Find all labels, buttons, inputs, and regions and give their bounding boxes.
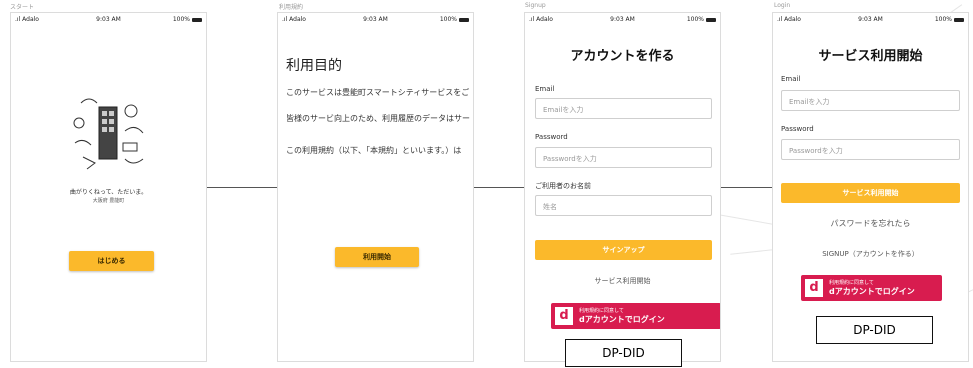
screen-label-start: スタート — [10, 4, 35, 11]
battery-indicator: 100% — [935, 16, 964, 23]
screen-login: .ıl Adalo 9:03 AM 100% サービス利用開始 Email Em… — [772, 12, 969, 362]
flow-connector — [474, 187, 524, 188]
d-account-login-button[interactable]: d 利用規約に同意して dアカウントでログイン — [801, 275, 942, 301]
page-title: 利用目的 — [286, 58, 342, 74]
d-button-subtext: 利用規約に同意して — [579, 308, 624, 314]
password-label: Password — [781, 125, 814, 133]
illustration-subcaption: 大阪府 豊能町 — [92, 198, 125, 204]
status-bar: .ıl Adalo 9:03 AM 100% — [525, 13, 720, 25]
terms-paragraph: この利用規約（以下、「本規約」といいます。）は — [286, 146, 462, 155]
d-logo-icon: d — [555, 307, 573, 325]
town-illustration — [73, 98, 144, 170]
email-label: Email — [535, 85, 555, 93]
d-button-label: dアカウントでログイン — [829, 287, 915, 296]
screen-label-login: Login — [774, 2, 791, 9]
terms-paragraph: このサービスは豊能町スマートシティサービスをご — [286, 88, 470, 97]
battery-icon — [459, 17, 469, 22]
battery-icon — [192, 17, 202, 22]
flow-connector — [721, 187, 773, 188]
status-bar: .ıl Adalo 9:03 AM 100% — [773, 13, 968, 25]
page-title: サービス利用開始 — [818, 49, 923, 64]
start-button[interactable]: はじめる — [69, 251, 154, 271]
illustration-caption: 曲がりくねって、ただいま。 — [69, 189, 148, 196]
screen-terms: .ıl Adalo 9:03 AM 100% 利用目的 このサービスは豊能町スマ… — [277, 12, 474, 362]
battery-indicator: 100% — [173, 16, 202, 23]
screen-label-signup: Signup — [525, 2, 546, 9]
name-label: ご利用者のお名前 — [535, 182, 591, 190]
password-field[interactable]: Passwordを入力 — [535, 147, 712, 168]
d-account-login-button[interactable]: d 利用規約に同意して dアカウントでログイン — [551, 303, 720, 329]
flow-connector — [206, 187, 278, 188]
forgot-password-link[interactable]: パスワードを忘れたら — [773, 218, 968, 229]
status-bar: .ıl Adalo 9:03 AM 100% — [278, 13, 473, 25]
name-field[interactable]: 姓名 — [535, 195, 712, 216]
email-field[interactable]: Emailを入力 — [781, 90, 960, 111]
service-start-button[interactable]: サービス利用開始 — [781, 183, 960, 203]
d-button-label: dアカウントでログイン — [579, 315, 665, 324]
dp-did-box: DP-DID — [816, 316, 933, 344]
email-field[interactable]: Emailを入力 — [535, 98, 712, 119]
screen-signup: .ıl Adalo 9:03 AM 100% アカウントを作る Email Em… — [524, 12, 721, 362]
email-label: Email — [781, 75, 801, 83]
terms-paragraph: 皆様のサービ向上のため、利用履歴のデータはサー — [286, 114, 470, 123]
battery-indicator: 100% — [687, 16, 716, 23]
signup-link[interactable]: SIGNUP（アカウントを作る） — [773, 249, 968, 259]
battery-indicator: 100% — [440, 16, 469, 23]
battery-icon — [706, 17, 716, 22]
dp-did-box: DP-DID — [565, 339, 682, 367]
d-button-subtext: 利用規約に同意して — [829, 280, 874, 286]
d-logo-icon: d — [805, 279, 823, 297]
password-label: Password — [535, 133, 568, 141]
password-field[interactable]: Passwordを入力 — [781, 139, 960, 160]
agree-start-button[interactable]: 利用開始 — [335, 247, 419, 267]
signup-button[interactable]: サインアップ — [535, 240, 712, 260]
page-title: アカウントを作る — [570, 49, 675, 64]
battery-icon — [954, 17, 964, 22]
screen-start: .ıl Adalo 9:03 AM 100% 曲がりくねって、ただいま。 大阪府… — [10, 12, 207, 362]
screen-label-terms: 利用規約 — [279, 4, 304, 11]
status-bar: .ıl Adalo 9:03 AM 100% — [11, 13, 206, 25]
service-start-link[interactable]: サービス利用開始 — [525, 276, 720, 286]
